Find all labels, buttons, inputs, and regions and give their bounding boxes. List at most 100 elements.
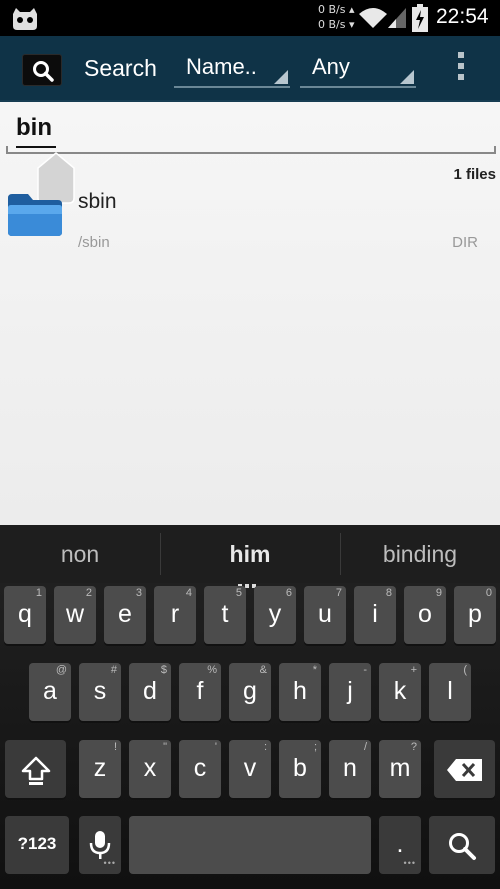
key-f[interactable]: f% <box>179 663 221 721</box>
action-bar: Search Name.. Any <box>0 36 500 102</box>
key-c[interactable]: c ' <box>179 740 221 798</box>
key-o[interactable]: o9 <box>404 586 446 644</box>
key-hint: ( <box>463 664 467 676</box>
sort-spinner[interactable]: Name.. <box>174 52 290 88</box>
key-hint: & <box>259 664 267 676</box>
key-hint: $ <box>160 664 167 676</box>
more-suggestions-indicator <box>238 573 262 588</box>
sort-spinner-label: Name.. <box>186 54 257 79</box>
key-l[interactable]: l( <box>429 663 471 721</box>
key-hint: + <box>410 664 417 676</box>
suggestion-non[interactable]: non <box>0 525 160 583</box>
key-a[interactable]: a @ <box>29 663 71 721</box>
key-n[interactable]: n / <box>329 740 371 798</box>
key-b[interactable]: b; <box>279 740 321 798</box>
mic-key[interactable]: ••• <box>79 816 121 874</box>
key-t[interactable]: t5 <box>204 586 246 644</box>
key-u[interactable]: u7 <box>304 586 346 644</box>
period-key[interactable]: . ••• <box>379 816 421 874</box>
key-label: y <box>268 600 282 628</box>
key-label: h <box>293 677 307 705</box>
soft-keyboard: non him binding q1w2e3r4t5y6u7i8o9p0 a @ s… <box>0 525 500 889</box>
key-hint: 6 <box>285 587 292 599</box>
key-label: o <box>418 600 432 628</box>
file-type: DIR <box>452 234 478 251</box>
more-options-dots: ••• <box>103 858 116 868</box>
key-hint: 5 <box>235 587 242 599</box>
dropdown-triangle-icon <box>274 70 288 84</box>
key-hint: / <box>363 741 367 753</box>
key-r[interactable]: r4 <box>154 586 196 644</box>
type-spinner[interactable]: Any <box>300 52 416 88</box>
key-x[interactable]: x " <box>129 740 171 798</box>
key-label: e <box>118 600 132 628</box>
key-label: l <box>447 677 453 705</box>
key-q[interactable]: q1 <box>4 586 46 644</box>
key-w[interactable]: w2 <box>54 586 96 644</box>
search-results-panel: bin 1 files sbin /sbin DIR <box>0 102 500 525</box>
download-arrow-icon: ▾ <box>345 18 355 31</box>
key-label: c <box>193 754 207 782</box>
key-m[interactable]: m? <box>379 740 421 798</box>
file-name: sbin <box>78 190 117 213</box>
key-e[interactable]: e3 <box>104 586 146 644</box>
shift-key[interactable] <box>5 740 66 798</box>
search-key[interactable] <box>429 816 495 874</box>
suggestion-binding[interactable]: binding <box>340 525 500 583</box>
file-path: /sbin <box>78 234 110 251</box>
key-label: u <box>318 600 332 628</box>
key-v[interactable]: v: <box>229 740 271 798</box>
shift-icon <box>21 756 51 785</box>
list-item[interactable]: sbin /sbin DIR <box>0 180 500 258</box>
type-spinner-label: Any <box>312 54 350 79</box>
signal-icon <box>388 8 406 28</box>
backspace-icon <box>447 759 482 781</box>
folder-icon <box>8 194 62 236</box>
key-hint: " <box>163 741 167 753</box>
key-label: a <box>43 677 57 705</box>
key-h[interactable]: h * <box>279 663 321 721</box>
key-z[interactable]: z! <box>79 740 121 798</box>
search-field-underline <box>6 146 496 154</box>
search-icon <box>449 833 476 860</box>
overflow-menu-icon[interactable] <box>452 52 470 86</box>
key-hint: % <box>207 664 217 676</box>
key-hint: 0 <box>485 587 492 599</box>
key-label: v <box>243 754 257 782</box>
search-icon <box>33 61 54 82</box>
key-d[interactable]: d $ <box>129 663 171 721</box>
key-i[interactable]: i8 <box>354 586 396 644</box>
key-hint: ? <box>410 741 417 753</box>
key-hint: 3 <box>135 587 142 599</box>
key-label: n <box>343 754 357 782</box>
key-hint: @ <box>55 664 67 676</box>
key-hint: 7 <box>335 587 342 599</box>
space-key[interactable] <box>129 816 371 874</box>
key-hint: 9 <box>435 587 442 599</box>
cyanogenmod-android-icon <box>13 8 37 30</box>
key-g[interactable]: g & <box>229 663 271 721</box>
key-label: i <box>372 600 378 628</box>
status-bar: 0 B/s ▴ 0 B/s ▾ 22:54 <box>0 0 500 36</box>
key-s[interactable]: s # <box>79 663 121 721</box>
key-p[interactable]: p0 <box>454 586 496 644</box>
key-label: f <box>196 677 204 705</box>
key-y[interactable]: y6 <box>254 586 296 644</box>
backspace-key[interactable] <box>434 740 495 798</box>
dropdown-triangle-icon <box>400 70 414 84</box>
key-label: p <box>468 600 482 628</box>
more-options-dots: ••• <box>403 858 416 868</box>
symbols-key[interactable]: ?123 <box>5 816 69 874</box>
key-hint: 2 <box>85 587 92 599</box>
key-hint: 8 <box>385 587 392 599</box>
search-query-field[interactable]: bin <box>16 114 52 142</box>
key-k[interactable]: k + <box>379 663 421 721</box>
key-label: d <box>143 677 157 705</box>
search-button[interactable] <box>22 54 62 86</box>
key-hint: # <box>110 664 117 676</box>
key-j[interactable]: j- <box>329 663 371 721</box>
key-label: r <box>170 600 180 628</box>
key-label: k <box>393 677 407 705</box>
key-hint: * <box>312 664 317 676</box>
key-label: b <box>293 754 307 782</box>
